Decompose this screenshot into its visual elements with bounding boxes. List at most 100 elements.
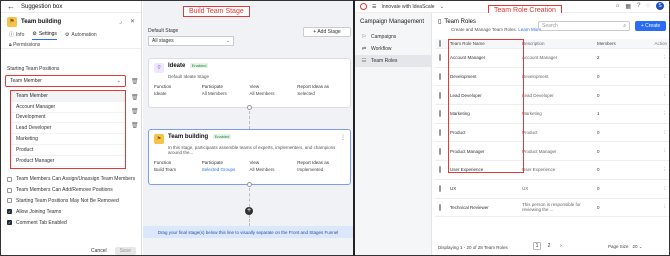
default-stage-select[interactable]: All stages ⌄ <box>148 36 234 46</box>
stage-card-head: ⚑ Team building Enabled <box>149 130 350 144</box>
back-arrow-icon[interactable]: ← <box>7 2 15 11</box>
row-checkbox[interactable] <box>439 185 441 193</box>
position-option[interactable]: Marketing <box>11 134 125 145</box>
checkbox-row[interactable]: Team Members Can Add/Remove Positions <box>7 185 137 196</box>
connector-node[interactable] <box>247 105 252 110</box>
add-stage-plus-icon[interactable]: + <box>245 207 253 215</box>
more-options-icon[interactable]: ⋮ <box>642 167 669 173</box>
position-option[interactable]: Product Manager <box>11 156 125 167</box>
checkbox-checked[interactable]: ✓ <box>7 220 12 226</box>
field-value: All Members <box>249 91 275 96</box>
help-icon[interactable]: ? <box>637 3 640 9</box>
stage-card-head: 💡︎ Ideate Enabled <box>149 59 350 73</box>
more-options-icon[interactable]: ⋮ <box>642 204 669 210</box>
chat-icon[interactable]: ◌ <box>646 3 650 9</box>
position-option[interactable]: Team Member <box>11 91 125 102</box>
table-row[interactable]: Product Product 0 ⋮ <box>435 124 669 143</box>
checkbox-label: Allow Joining Teams <box>16 208 62 215</box>
row-checkbox[interactable] <box>439 54 441 62</box>
table-row[interactable]: UX UX 0 ⋮ <box>435 180 669 199</box>
checkbox-row[interactable]: Starting Team Positions May Not Be Remov… <box>7 196 137 207</box>
drag-separator-bar[interactable]: Drag your final stage(s) below this line… <box>143 226 353 238</box>
row-checkbox[interactable] <box>439 203 441 211</box>
row-checkbox[interactable] <box>439 166 441 174</box>
trash-icon[interactable]: 🗑︎ <box>131 108 139 115</box>
position-option[interactable]: Product <box>11 145 125 156</box>
checkbox-row[interactable]: Team Members Can Assign/Unassign Team Me… <box>7 174 137 185</box>
position-option[interactable]: Lead Developer <box>11 123 125 135</box>
expand-icon[interactable]: ⌟ <box>119 18 122 25</box>
more-options-icon[interactable]: ⋮ <box>642 55 669 61</box>
add-stage-button[interactable]: + Add Stage <box>303 27 351 37</box>
position-dropdown-menu: Team Member Account Manager Development … <box>10 90 126 169</box>
position-option[interactable]: Account Manager <box>11 102 125 113</box>
position-option[interactable]: Development <box>11 113 125 124</box>
sidebar-item-workflow[interactable]: ⇄ Workflow <box>355 43 431 55</box>
column-header[interactable]: Members <box>597 41 642 46</box>
row-checkbox[interactable] <box>439 129 441 137</box>
more-options-icon[interactable]: ⋮ <box>642 148 669 154</box>
table-header: Team Role Name Description Members Actio… <box>435 39 669 49</box>
search-input[interactable]: Search ⌕ <box>538 21 630 31</box>
breadcrumb[interactable]: Innovate with IdeaScale <box>381 4 434 10</box>
role-description: Account Manager <box>522 55 558 61</box>
stage-field: Function Build Team <box>154 160 202 172</box>
select-all-checkbox[interactable] <box>439 40 441 47</box>
more-options-icon[interactable]: ⋮ <box>642 186 669 192</box>
stage-card-ideate[interactable]: 💡︎ Ideate Enabled Default Ideate Stage F… <box>148 58 351 108</box>
avatar[interactable]: S <box>656 2 664 10</box>
sidebar-item-team-roles[interactable]: ☷ Team Roles <box>355 55 431 67</box>
close-icon[interactable]: ✕ <box>130 18 135 25</box>
stage-card-team-building[interactable]: ⋮ ⚑ Team building Enabled In this stage,… <box>148 129 351 185</box>
tab-info[interactable]: ⓘ Info <box>9 31 24 40</box>
table-row[interactable]: Development Development 0 ⋮ <box>435 68 669 87</box>
row-checkbox[interactable] <box>439 73 441 81</box>
tab-permissions[interactable]: 🔒︎ Permissions <box>1 40 141 49</box>
cancel-button[interactable]: Cancel <box>91 248 107 254</box>
create-button[interactable]: + Create <box>635 21 666 31</box>
tab-info-label: Info <box>16 31 25 38</box>
checkbox-checked[interactable]: ✓ <box>7 209 12 215</box>
tab-automation[interactable]: ⚙ Automation <box>65 32 97 40</box>
checkbox[interactable] <box>7 198 12 204</box>
more-options-icon[interactable]: ⋮ <box>340 134 346 141</box>
page-size-select[interactable]: 20 ⌄ <box>633 244 643 250</box>
table-row[interactable]: Product Manager Product Manager 0 ⋮ <box>435 142 669 162</box>
tab-settings[interactable]: ⚙ Settings <box>32 31 57 40</box>
grid-icon[interactable]: ▦ <box>625 3 631 10</box>
page-button[interactable]: 1 <box>533 242 541 250</box>
table-row[interactable]: Marketing Marketing 1 ⋮ <box>435 105 669 124</box>
trash-icon[interactable]: 🗑︎ <box>131 122 139 129</box>
menu-icon[interactable]: ☰ <box>372 4 376 10</box>
field-value[interactable]: Selected Groups <box>202 167 250 172</box>
trash-icon[interactable]: 🗑︎ <box>131 94 139 101</box>
column-header[interactable]: Team Role Name <box>447 41 522 46</box>
table-row[interactable]: Technical Reviewer This person is respons… <box>435 199 669 218</box>
row-checkbox[interactable] <box>439 110 441 118</box>
column-header[interactable]: Description <box>522 41 597 46</box>
row-checkbox[interactable] <box>439 91 441 99</box>
sidebar-toggle-icon[interactable]: ▯ <box>438 18 441 25</box>
page-button[interactable]: 2 <box>545 242 553 250</box>
sidebar-item-campaigns[interactable]: ⚐ Campaigns <box>355 31 431 43</box>
checkbox[interactable] <box>7 187 12 193</box>
row-checkbox[interactable] <box>439 147 441 155</box>
checkbox-row[interactable]: ✓ Comment Tab Enabled <box>7 217 137 228</box>
next-page-icon[interactable]: › <box>557 242 565 250</box>
table-row[interactable]: Lead Developer Lead Developer 0 ⋮ <box>435 86 669 106</box>
home-icon[interactable]: ⌂ <box>616 3 620 9</box>
checkbox[interactable] <box>7 176 12 182</box>
connector-node[interactable] <box>247 182 252 187</box>
more-options-icon[interactable]: ⋮ <box>642 111 669 117</box>
table-row[interactable]: User Experience User Experience 0 ⋮ <box>435 161 669 180</box>
tab-settings-label: Settings <box>38 31 57 37</box>
table-row[interactable]: Account Manager Account Manager 2 ⋮ <box>435 49 669 68</box>
trash-icon[interactable]: 🗑︎ <box>131 78 139 85</box>
more-options-icon[interactable]: ⋮ <box>642 92 669 98</box>
checkbox-row[interactable]: ✓ Allow Joining Teams <box>7 206 137 217</box>
more-options-icon[interactable]: ⋮ <box>642 74 669 80</box>
ideascale-logo-icon[interactable] <box>360 3 367 10</box>
save-button[interactable]: Save <box>114 246 136 255</box>
starting-position-select[interactable]: Team Member ⌄ <box>5 75 126 87</box>
more-options-icon[interactable]: ⋮ <box>642 130 669 136</box>
